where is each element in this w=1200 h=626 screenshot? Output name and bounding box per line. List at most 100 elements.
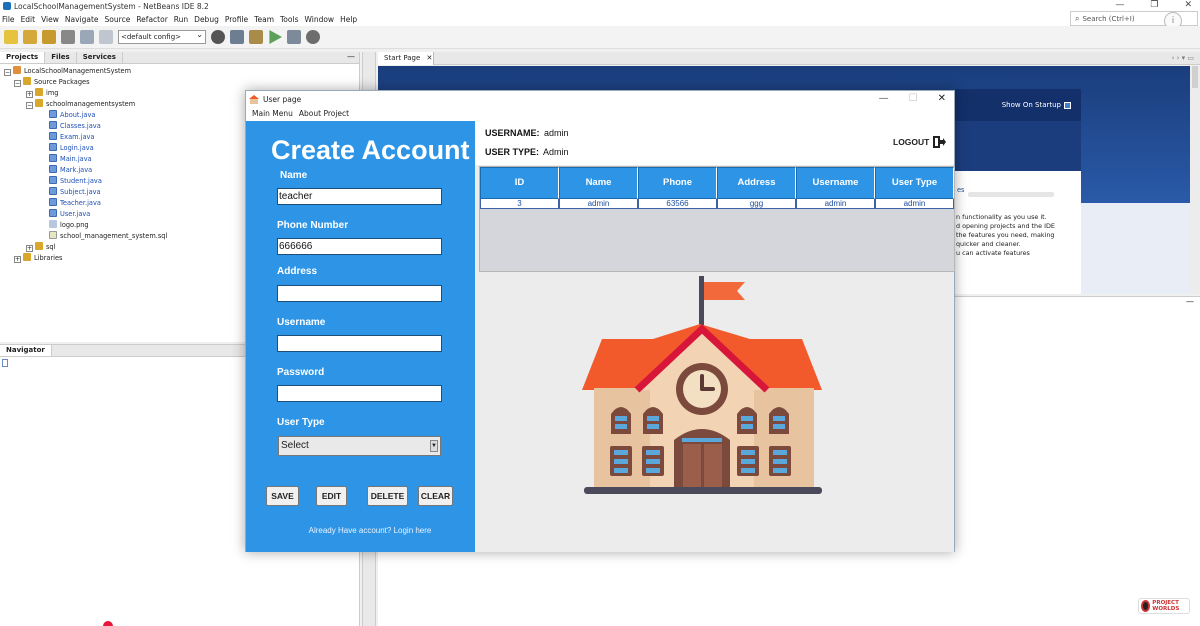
menu-edit[interactable]: Edit bbox=[21, 15, 36, 24]
tree-item-sql[interactable]: + sql bbox=[26, 242, 55, 253]
menu-tools[interactable]: Tools bbox=[280, 15, 298, 24]
tree-item-subject-java[interactable]: Subject.java bbox=[49, 187, 101, 198]
table-cell[interactable]: ggg bbox=[717, 199, 796, 208]
delete-button[interactable]: DELETE bbox=[367, 486, 408, 506]
tab-services[interactable]: Services bbox=[77, 52, 123, 63]
new-file-icon[interactable] bbox=[23, 30, 37, 44]
ide-minimize-button[interactable]: — bbox=[1115, 0, 1124, 10]
column-header-username[interactable]: Username bbox=[796, 167, 875, 199]
tree-item-user-java[interactable]: User.java bbox=[49, 209, 90, 220]
expand-icon[interactable]: + bbox=[14, 256, 21, 263]
tree-item-logo-png[interactable]: logo.png bbox=[49, 220, 89, 231]
table-row[interactable]: 3 admin 63566 ggg admin admin bbox=[480, 199, 954, 209]
tree-item-source-packages[interactable]: − Source Packages bbox=[14, 77, 90, 88]
clear-button[interactable]: CLEAR bbox=[418, 486, 453, 506]
menu-view[interactable]: View bbox=[41, 15, 59, 24]
new-project-icon[interactable] bbox=[4, 30, 18, 44]
tree-item-exam-java[interactable]: Exam.java bbox=[49, 132, 94, 143]
profile-icon[interactable] bbox=[306, 30, 320, 44]
chevron-down-icon[interactable]: ▼ bbox=[430, 440, 438, 452]
menu-window[interactable]: Window bbox=[304, 15, 334, 24]
vertical-scrollbar[interactable] bbox=[1190, 66, 1200, 294]
user-type-select[interactable]: Select ▼ bbox=[278, 436, 441, 456]
run-icon[interactable] bbox=[269, 30, 282, 44]
table-cell[interactable]: admin bbox=[796, 199, 875, 208]
redo-icon[interactable] bbox=[99, 30, 113, 44]
column-header-name[interactable]: Name bbox=[559, 167, 638, 199]
expand-icon[interactable]: + bbox=[26, 91, 33, 98]
name-field[interactable] bbox=[277, 188, 442, 205]
login-link[interactable]: Already Have account? Login here bbox=[246, 526, 494, 535]
menu-source[interactable]: Source bbox=[105, 15, 131, 24]
checkbox-icon[interactable] bbox=[1064, 101, 1071, 109]
table-cell[interactable]: 63566 bbox=[638, 199, 717, 208]
start-page-link[interactable]: es bbox=[957, 186, 965, 194]
tree-item-sql-file[interactable]: school_management_system.sql bbox=[49, 231, 167, 242]
menu-debug[interactable]: Debug bbox=[194, 15, 219, 24]
username-field[interactable] bbox=[277, 335, 442, 352]
tab-projects[interactable]: Projects bbox=[0, 52, 46, 63]
table-cell[interactable]: admin bbox=[559, 199, 638, 208]
tree-item-libraries[interactable]: + Libraries bbox=[14, 253, 62, 264]
panel-minimize-icon[interactable]: — bbox=[1186, 297, 1194, 306]
tree-item-teacher-java[interactable]: Teacher.java bbox=[49, 198, 101, 209]
debug-icon[interactable] bbox=[287, 30, 301, 44]
tree-item-mark-java[interactable]: Mark.java bbox=[49, 165, 92, 176]
tab-start-page[interactable]: Start Page ✕ bbox=[378, 52, 434, 65]
phone-field[interactable] bbox=[277, 238, 442, 255]
edit-button[interactable]: EDIT bbox=[316, 486, 347, 506]
ide-title-bar: LocalSchoolManagementSystem - NetBeans I… bbox=[0, 0, 1200, 12]
menu-navigate[interactable]: Navigate bbox=[65, 15, 99, 24]
table-cell[interactable]: 3 bbox=[480, 199, 559, 208]
collapse-icon[interactable]: − bbox=[26, 102, 33, 109]
table-cell[interactable]: admin bbox=[875, 199, 954, 208]
open-project-icon[interactable] bbox=[42, 30, 56, 44]
column-header-user-type[interactable]: User Type bbox=[875, 167, 954, 199]
scrollbar-thumb[interactable] bbox=[1192, 66, 1198, 88]
column-header-address[interactable]: Address bbox=[717, 167, 796, 199]
tree-item-project[interactable]: − LocalSchoolManagementSystem bbox=[4, 66, 131, 77]
tree-item-login-java[interactable]: Login.java bbox=[49, 143, 94, 154]
menu-refactor[interactable]: Refactor bbox=[136, 15, 167, 24]
tree-item-student-java[interactable]: Student.java bbox=[49, 176, 102, 187]
tree-item-classes-java[interactable]: Classes.java bbox=[49, 121, 101, 132]
panel-minimize-icon[interactable]: — bbox=[347, 52, 355, 61]
column-header-phone[interactable]: Phone bbox=[638, 167, 717, 199]
menu-run[interactable]: Run bbox=[174, 15, 188, 24]
build-icon[interactable] bbox=[230, 30, 244, 44]
tree-item-img[interactable]: + img bbox=[26, 88, 58, 99]
clean-build-icon[interactable] bbox=[249, 30, 263, 44]
password-field[interactable] bbox=[277, 385, 442, 402]
editor-tab-navigation[interactable]: ‹ › ▾ ▭ bbox=[1172, 52, 1194, 65]
save-button[interactable]: SAVE bbox=[266, 486, 299, 506]
tree-item-schoolmanagementsystem[interactable]: − schoolmanagementsystem bbox=[26, 99, 135, 110]
undo-icon[interactable] bbox=[80, 30, 94, 44]
maximize-button[interactable]: ☐ bbox=[909, 91, 918, 107]
show-on-startup-toggle[interactable]: Show On Startup bbox=[1002, 101, 1071, 109]
config-select[interactable]: <default config> bbox=[118, 29, 206, 44]
minimize-button[interactable]: — bbox=[879, 91, 889, 107]
menu-profile[interactable]: Profile bbox=[225, 15, 248, 24]
menu-main-menu[interactable]: Main Menu bbox=[252, 109, 293, 118]
tree-item-label: Teacher.java bbox=[60, 199, 101, 207]
collapse-icon[interactable]: − bbox=[14, 80, 21, 87]
close-button[interactable]: ✕ bbox=[938, 91, 946, 107]
menu-help[interactable]: Help bbox=[340, 15, 357, 24]
menu-team[interactable]: Team bbox=[254, 15, 274, 24]
ide-maximize-button[interactable]: ❐ bbox=[1150, 0, 1158, 10]
tab-navigator[interactable]: Navigator bbox=[0, 345, 52, 356]
tree-item-main-java[interactable]: Main.java bbox=[49, 154, 92, 165]
tab-files[interactable]: Files bbox=[45, 52, 77, 63]
menu-about-project[interactable]: About Project bbox=[299, 109, 349, 118]
globe-icon[interactable] bbox=[211, 30, 225, 44]
collapse-icon[interactable]: − bbox=[4, 69, 11, 76]
ide-close-button[interactable]: ✕ bbox=[1184, 0, 1192, 10]
menu-file[interactable]: File bbox=[2, 15, 15, 24]
address-field[interactable] bbox=[277, 285, 442, 302]
logout-button[interactable]: LOGOUT bbox=[893, 135, 947, 149]
column-header-id[interactable]: ID bbox=[480, 167, 559, 199]
expand-icon[interactable]: + bbox=[26, 245, 33, 252]
save-all-icon[interactable] bbox=[61, 30, 75, 44]
tree-item-about-java[interactable]: About.java bbox=[49, 110, 95, 121]
close-icon[interactable]: ✕ bbox=[427, 54, 433, 62]
